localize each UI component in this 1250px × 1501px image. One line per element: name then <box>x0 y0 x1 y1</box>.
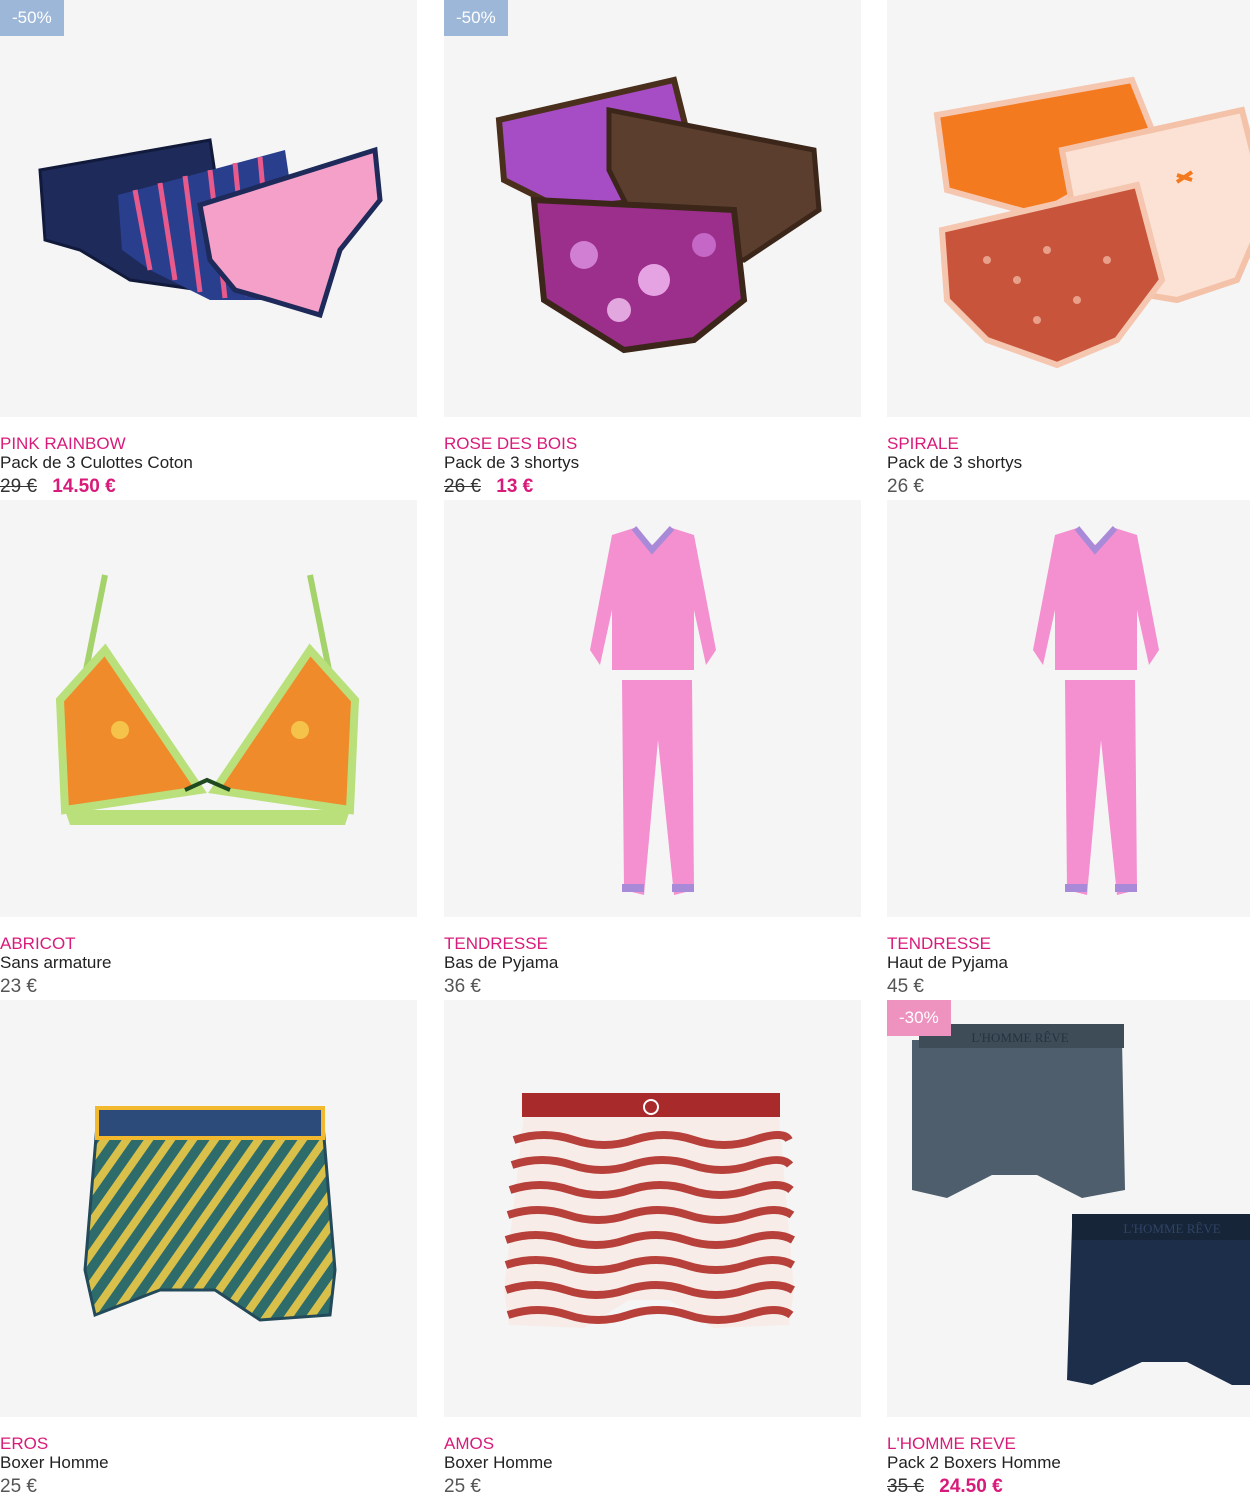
product-brand[interactable]: TENDRESSE <box>444 935 861 953</box>
product-title[interactable]: Pack de 3 shortys <box>444 453 861 473</box>
product-info: EROS Boxer Homme 25 € <box>0 1417 417 1501</box>
product-price: 29 € 14.50 € <box>0 473 417 501</box>
product-title[interactable]: Sans armature <box>0 953 417 973</box>
product-card[interactable]: -50% PINK RAINBOW Pack de 3 Culottes Cot… <box>0 0 417 501</box>
product-image[interactable]: -50% <box>0 0 417 417</box>
product-image[interactable]: -30% L'HOMME RÊVE L'HOMME RÊVE <box>887 1000 1250 1417</box>
sale-price: 13 € <box>496 476 534 497</box>
old-price: 26 € <box>444 476 481 497</box>
product-card[interactable]: TENDRESSE Bas de Pyjama 36 € <box>444 500 861 1001</box>
product-brand[interactable]: AMOS <box>444 1435 861 1453</box>
product-price: 26 € 13 € <box>444 473 861 501</box>
product-image[interactable]: -50% <box>444 0 861 417</box>
product-info: ROSE DES BOIS Pack de 3 shortys 26 € 13 … <box>444 417 861 501</box>
sale-price: 24.50 € <box>939 1476 1003 1497</box>
regular-price: 25 € <box>444 1476 481 1497</box>
product-brand[interactable]: L'HOMME REVE <box>887 1435 1250 1453</box>
product-card[interactable]: SPIRALE Pack de 3 shortys 26 € <box>887 0 1250 501</box>
old-price: 29 € <box>0 476 37 497</box>
regular-price: 23 € <box>0 976 37 997</box>
product-brand[interactable]: PINK RAINBOW <box>0 435 417 453</box>
product-info: AMOS Boxer Homme 25 € <box>444 1417 861 1501</box>
product-card[interactable]: TENDRESSE Haut de Pyjama 45 € <box>887 500 1250 1001</box>
product-price: 35 € 24.50 € <box>887 1473 1250 1501</box>
product-price: 26 € <box>887 473 1250 501</box>
product-image[interactable] <box>887 0 1250 417</box>
discount-badge: -30% <box>887 1000 951 1036</box>
product-brand[interactable]: ROSE DES BOIS <box>444 435 861 453</box>
product-price: 25 € <box>444 1473 861 1501</box>
product-image[interactable] <box>887 500 1250 917</box>
product-card[interactable]: ABRICOT Sans armature 23 € <box>0 500 417 1001</box>
product-title[interactable]: Boxer Homme <box>444 1453 861 1473</box>
discount-badge: -50% <box>444 0 508 36</box>
product-title[interactable]: Pack de 3 Culottes Coton <box>0 453 417 473</box>
product-card[interactable]: -30% L'HOMME RÊVE L'HOMME RÊVE L'HOMME R… <box>887 1000 1250 1501</box>
sale-price: 14.50 € <box>52 476 116 497</box>
product-brand[interactable]: TENDRESSE <box>887 935 1250 953</box>
product-image[interactable] <box>0 500 417 917</box>
regular-price: 26 € <box>887 476 924 497</box>
regular-price: 45 € <box>887 976 924 997</box>
product-brand[interactable]: EROS <box>0 1435 417 1453</box>
waistband-text: L'HOMME RÊVE <box>971 1030 1068 1045</box>
product-info: TENDRESSE Haut de Pyjama 45 € <box>887 917 1250 1001</box>
product-title[interactable]: Pack 2 Boxers Homme <box>887 1453 1250 1473</box>
product-price: 45 € <box>887 973 1250 1001</box>
product-title[interactable]: Bas de Pyjama <box>444 953 861 973</box>
product-brand[interactable]: ABRICOT <box>0 935 417 953</box>
regular-price: 36 € <box>444 976 481 997</box>
product-brand[interactable]: SPIRALE <box>887 435 1250 453</box>
regular-price: 25 € <box>0 1476 37 1497</box>
product-title[interactable]: Haut de Pyjama <box>887 953 1250 973</box>
product-price: 23 € <box>0 973 417 1001</box>
discount-badge: -50% <box>0 0 64 36</box>
product-card[interactable]: -50% ROSE DES BOIS Pack de 3 shortys 26 … <box>444 0 861 501</box>
product-price: 36 € <box>444 973 861 1001</box>
product-price: 25 € <box>0 1473 417 1501</box>
product-info: L'HOMME REVE Pack 2 Boxers Homme 35 € 24… <box>887 1417 1250 1501</box>
waistband-text: L'HOMME RÊVE <box>1123 1221 1220 1236</box>
product-info: TENDRESSE Bas de Pyjama 36 € <box>444 917 861 1001</box>
product-card[interactable]: AMOS Boxer Homme 25 € <box>444 1000 861 1501</box>
product-image[interactable] <box>444 1000 861 1417</box>
product-card[interactable]: EROS Boxer Homme 25 € <box>0 1000 417 1501</box>
product-image[interactable] <box>444 500 861 917</box>
product-title[interactable]: Boxer Homme <box>0 1453 417 1473</box>
product-info: SPIRALE Pack de 3 shortys 26 € <box>887 417 1250 501</box>
product-info: ABRICOT Sans armature 23 € <box>0 917 417 1001</box>
product-grid: -50% PINK RAINBOW Pack de 3 Culottes Cot… <box>0 0 1250 1500</box>
product-info: PINK RAINBOW Pack de 3 Culottes Coton 29… <box>0 417 417 501</box>
product-title[interactable]: Pack de 3 shortys <box>887 453 1250 473</box>
product-image[interactable] <box>0 1000 417 1417</box>
old-price: 35 € <box>887 1476 924 1497</box>
